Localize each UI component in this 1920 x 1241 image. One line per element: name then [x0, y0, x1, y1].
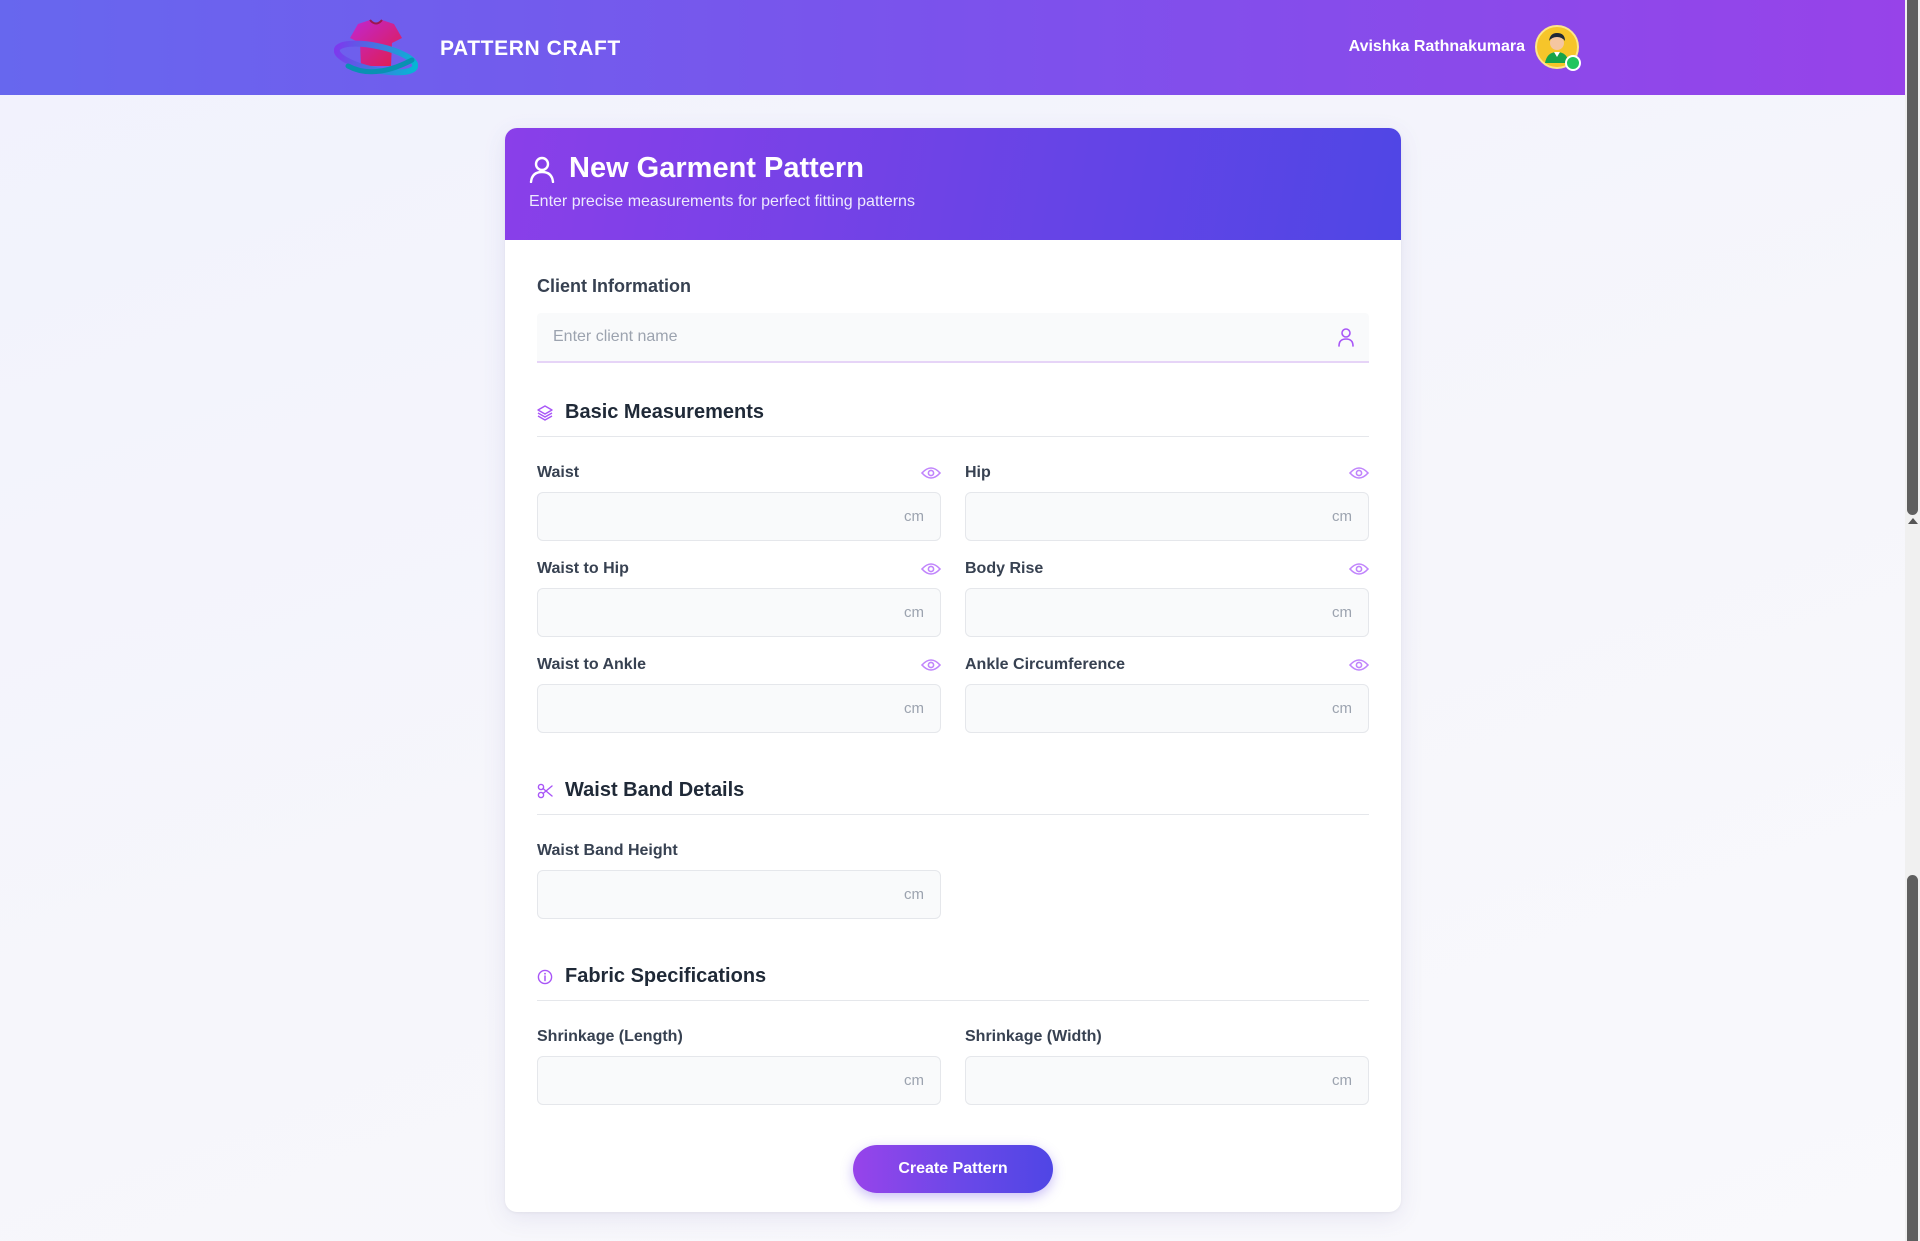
field-shrinkage-length: Shrinkage (Length) cm [537, 1027, 941, 1105]
brand[interactable]: PATTERN CRAFT [333, 18, 621, 80]
input-wrap: cm [537, 588, 941, 637]
eye-icon[interactable] [1349, 658, 1369, 672]
input-wrap: cm [537, 1056, 941, 1105]
client-name-input[interactable] [537, 313, 1369, 361]
client-information: Client Information [537, 276, 1369, 363]
field-hip: Hip cm [965, 463, 1369, 541]
shrinkage-length-input[interactable] [538, 1057, 940, 1104]
hip-input[interactable] [966, 493, 1368, 540]
scrollbar-thumb-upper[interactable] [1907, 0, 1918, 515]
user-menu[interactable]: Avishka Rathnakumara [1348, 25, 1581, 71]
user-icon [1338, 328, 1354, 347]
unit-label: cm [904, 886, 924, 903]
unit-label: cm [1332, 700, 1352, 717]
user-name: Avishka Rathnakumara [1348, 38, 1525, 55]
unit-label: cm [1332, 508, 1352, 525]
waist-to-ankle-input[interactable] [538, 685, 940, 732]
waist-band-height-input[interactable] [538, 871, 940, 918]
page-subtitle: Enter precise measurements for perfect f… [529, 193, 915, 210]
top-navbar: PATTERN CRAFT Avishka Rathnakumara [0, 0, 1905, 95]
field-label: Hip [965, 464, 991, 481]
client-information-label: Client Information [537, 276, 691, 296]
field-waist-to-ankle: Waist to Ankle cm [537, 655, 941, 733]
scrollbar-thumb-lower[interactable] [1907, 875, 1918, 1241]
info-icon [537, 969, 553, 984]
eye-icon[interactable] [1349, 562, 1369, 576]
basic-measurements-section: Basic Measurements Waist cm Hip cm Waist… [537, 401, 1369, 733]
field-label: Waist [537, 464, 580, 481]
field-shrinkage-width: Shrinkage (Width) cm [965, 1027, 1369, 1105]
unit-label: cm [904, 700, 924, 717]
fabric-grid: Shrinkage (Length) cm Shrinkage (Width) … [537, 1027, 1369, 1105]
unit-label: cm [1332, 604, 1352, 621]
basic-measurements-grid: Waist cm Hip cm Waist to Hip cm Body Ris… [537, 463, 1369, 733]
avatar[interactable] [1535, 25, 1581, 71]
eye-icon[interactable] [1349, 466, 1369, 480]
unit-label: cm [1332, 1072, 1352, 1089]
ankle-circumference-input[interactable] [966, 685, 1368, 732]
section-title: Waist Band Details [565, 779, 745, 801]
field-waist-to-hip: Waist to Hip cm [537, 559, 941, 637]
field-body-rise: Body Rise cm [965, 559, 1369, 637]
input-wrap: cm [965, 588, 1369, 637]
field-label: Waist to Ankle [537, 656, 647, 673]
section-title: Basic Measurements [565, 401, 764, 423]
section-header: Fabric Specifications [537, 965, 1369, 1001]
input-wrap: cm [537, 684, 941, 733]
unit-label: cm [904, 1072, 924, 1089]
eye-icon[interactable] [921, 562, 941, 576]
tshirt-logo-icon [333, 18, 419, 80]
waist-to-hip-input[interactable] [538, 589, 940, 636]
create-pattern-button[interactable]: Create Pattern [853, 1145, 1053, 1193]
scissors-icon [537, 783, 553, 798]
section-title: Fabric Specifications [565, 965, 767, 987]
field-label: Waist to Hip [537, 560, 629, 577]
field-label: Waist Band Height [537, 842, 678, 859]
user-icon [529, 156, 555, 183]
field-ankle-circumference: Ankle Circumference cm [965, 655, 1369, 733]
field-label: Ankle Circumference [965, 656, 1126, 673]
input-wrap: cm [965, 492, 1369, 541]
body-rise-input[interactable] [966, 589, 1368, 636]
shrinkage-width-input[interactable] [966, 1057, 1368, 1104]
card-body: Client Information Basic Measurements [505, 240, 1401, 1193]
field-waist-band-height: Waist Band Height cm [537, 841, 941, 919]
layers-icon [537, 404, 553, 421]
eye-icon[interactable] [921, 466, 941, 480]
fabric-specifications-section: Fabric Specifications Shrinkage (Length)… [537, 965, 1369, 1105]
client-name-field-wrap [537, 313, 1369, 363]
waist-band-section: Waist Band Details Waist Band Height cm [537, 779, 1369, 919]
field-waist: Waist cm [537, 463, 941, 541]
input-wrap: cm [537, 492, 941, 541]
page-title: New Garment Pattern [569, 152, 864, 184]
input-wrap: cm [965, 684, 1369, 733]
app-name: PATTERN CRAFT [440, 37, 621, 60]
input-wrap: cm [537, 870, 941, 919]
waist-input[interactable] [538, 493, 940, 540]
online-status-dot [1565, 55, 1581, 71]
section-header: Basic Measurements [537, 401, 1369, 437]
eye-icon[interactable] [921, 658, 941, 672]
field-label: Shrinkage (Length) [537, 1028, 683, 1045]
field-label: Shrinkage (Width) [965, 1028, 1102, 1045]
card-header: New Garment Pattern Enter precise measur… [505, 128, 1401, 240]
section-header: Waist Band Details [537, 779, 1369, 815]
scroll-up-arrow-icon[interactable] [1908, 518, 1918, 524]
unit-label: cm [904, 604, 924, 621]
input-wrap: cm [965, 1056, 1369, 1105]
field-label: Body Rise [965, 560, 1044, 577]
waist-band-grid: Waist Band Height cm [537, 841, 1369, 919]
unit-label: cm [904, 508, 924, 525]
pattern-form-card: New Garment Pattern Enter precise measur… [505, 128, 1401, 1212]
